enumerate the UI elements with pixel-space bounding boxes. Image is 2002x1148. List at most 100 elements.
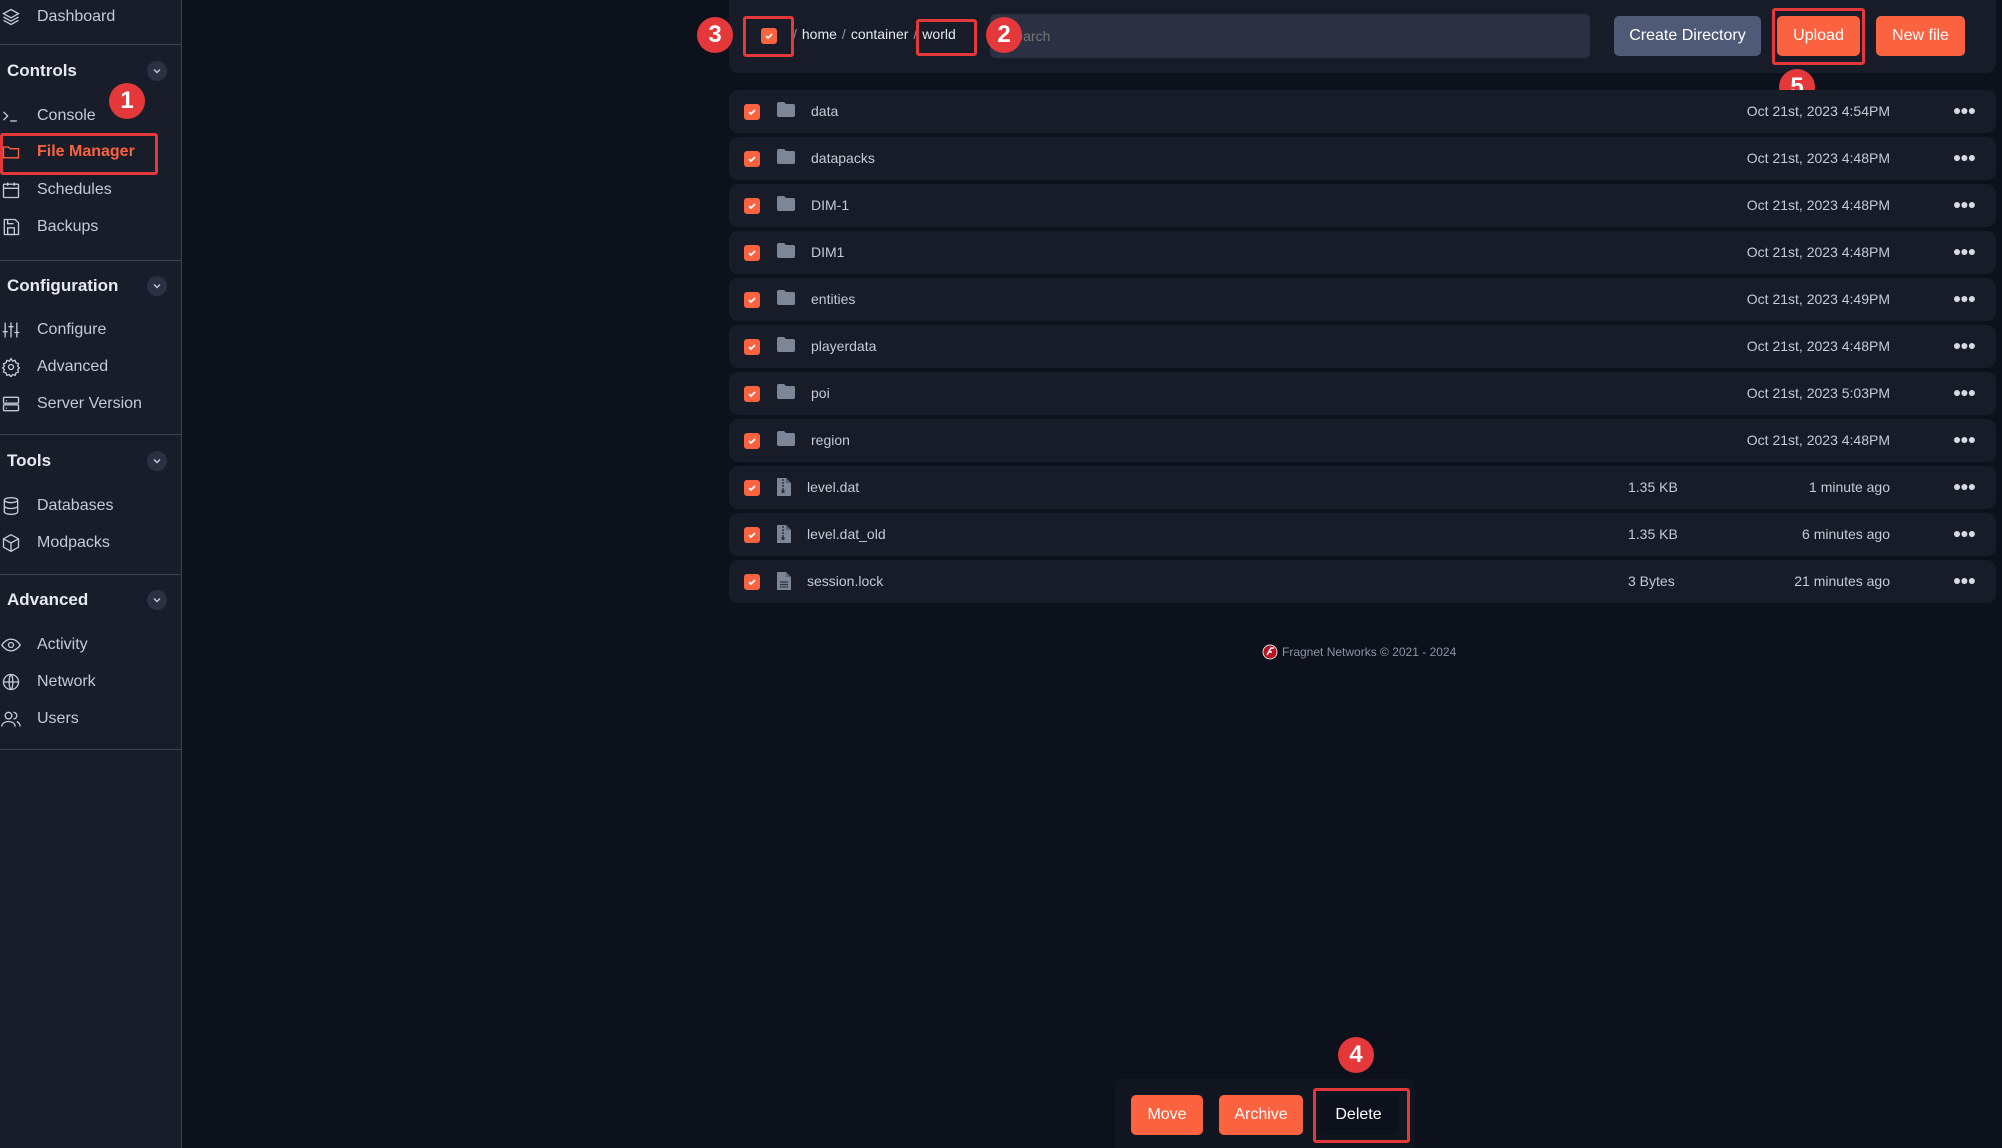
file-checkbox[interactable] (744, 433, 760, 449)
file-checkbox[interactable] (744, 386, 760, 402)
breadcrumb-separator: / (793, 26, 797, 42)
sidebar-item-databases[interactable]: Databases (0, 488, 181, 524)
sidebar-item-server-version[interactable]: Server Version (0, 386, 181, 422)
more-options-icon[interactable]: ●●● (1952, 476, 1976, 496)
gear-icon (0, 356, 22, 378)
file-row[interactable]: poi Oct 21st, 2023 5:03PM ●●● (729, 372, 1996, 415)
file-name[interactable]: DIM1 (811, 244, 844, 260)
sidebar-item-dashboard[interactable]: Dashboard (0, 0, 181, 35)
file-row[interactable]: level.dat 1.35 KB 1 minute ago ●●● (729, 466, 1996, 509)
archive-file-icon (776, 524, 792, 549)
file-checkbox[interactable] (744, 245, 760, 261)
check-icon (748, 532, 756, 539)
file-row[interactable]: DIM1 Oct 21st, 2023 4:48PM ●●● (729, 231, 1996, 274)
more-options-icon[interactable]: ●●● (1952, 288, 1976, 308)
section-header-tools[interactable]: Tools (7, 446, 167, 476)
breadcrumb-home[interactable]: home (802, 26, 837, 42)
more-options-icon[interactable]: ●●● (1952, 100, 1976, 120)
file-name[interactable]: poi (811, 385, 830, 401)
more-options-icon[interactable]: ●●● (1952, 194, 1976, 214)
section-header-configuration[interactable]: Configuration (7, 271, 167, 301)
new-file-button[interactable]: New file (1876, 16, 1965, 56)
divider (0, 434, 181, 435)
file-checkbox[interactable] (744, 104, 760, 120)
more-options-icon[interactable]: ●●● (1952, 523, 1976, 543)
footer: Fragnet Networks © 2021 - 2024 (1262, 644, 1456, 660)
sidebar-item-label: File Manager (37, 143, 135, 160)
sidebar-item-console[interactable]: Console (0, 98, 181, 134)
folder-icon (776, 101, 796, 124)
chevron-down-icon[interactable] (147, 590, 167, 610)
file-name[interactable]: entities (811, 291, 855, 307)
sidebar-item-label: Network (37, 673, 96, 690)
footer-text: Fragnet Networks © 2021 - 2024 (1282, 645, 1457, 659)
file-name[interactable]: region (811, 432, 850, 448)
file-name[interactable]: datapacks (811, 150, 875, 166)
sidebar-item-schedules[interactable]: Schedules (0, 172, 181, 208)
file-modified: 21 minutes ago (1794, 573, 1890, 589)
sidebar-item-label: Advanced (37, 358, 109, 375)
file-row[interactable]: entities Oct 21st, 2023 4:49PM ●●● (729, 278, 1996, 321)
chevron-down-icon[interactable] (147, 276, 167, 296)
sidebar-item-file-manager[interactable]: File Manager (0, 134, 181, 170)
select-all-checkbox[interactable] (761, 28, 777, 44)
file-row[interactable]: data Oct 21st, 2023 4:54PM ●●● (729, 90, 1996, 133)
file-checkbox[interactable] (744, 198, 760, 214)
file-name[interactable]: data (811, 103, 838, 119)
move-button[interactable]: Move (1131, 1095, 1203, 1135)
file-name[interactable]: playerdata (811, 338, 876, 354)
more-options-icon[interactable]: ●●● (1952, 241, 1976, 261)
file-checkbox[interactable] (744, 480, 760, 496)
folder-icon (776, 336, 796, 359)
chevron-down-icon[interactable] (147, 451, 167, 471)
file-row[interactable]: DIM-1 Oct 21st, 2023 4:48PM ●●● (729, 184, 1996, 227)
more-options-icon[interactable]: ●●● (1952, 335, 1976, 355)
more-options-icon[interactable]: ●●● (1952, 382, 1976, 402)
file-checkbox[interactable] (744, 527, 760, 543)
folder-icon (776, 148, 796, 171)
chevron-down-icon[interactable] (147, 61, 167, 81)
sidebar-item-backups[interactable]: Backups (0, 209, 181, 245)
file-row[interactable]: playerdata Oct 21st, 2023 4:48PM ●●● (729, 325, 1996, 368)
file-checkbox[interactable] (744, 151, 760, 167)
delete-button[interactable]: Delete (1319, 1095, 1398, 1135)
upload-button[interactable]: Upload (1777, 16, 1860, 56)
sidebar-item-users[interactable]: Users (0, 701, 181, 737)
more-options-icon[interactable]: ●●● (1952, 570, 1976, 590)
layers-icon (0, 6, 22, 28)
section-header-controls[interactable]: Controls (7, 56, 167, 86)
file-checkbox[interactable] (744, 574, 760, 590)
annotation-badge: 4 (1338, 1037, 1374, 1073)
sidebar: Dashboard Controls Console File Manager … (0, 0, 182, 1148)
sidebar-item-modpacks[interactable]: Modpacks (0, 525, 181, 561)
file-name[interactable]: session.lock (807, 573, 883, 589)
section-header-advanced[interactable]: Advanced (7, 585, 167, 615)
archive-button[interactable]: Archive (1219, 1095, 1303, 1135)
file-modified: Oct 21st, 2023 4:48PM (1746, 150, 1890, 166)
file-row[interactable]: datapacks Oct 21st, 2023 4:48PM ●●● (729, 137, 1996, 180)
sidebar-item-advanced[interactable]: Advanced (0, 349, 181, 385)
more-options-icon[interactable]: ●●● (1952, 147, 1976, 167)
file-name[interactable]: level.dat_old (807, 526, 886, 542)
file-name[interactable]: level.dat (807, 479, 859, 495)
terminal-icon (0, 105, 22, 127)
eye-icon (0, 634, 22, 656)
create-directory-button[interactable]: Create Directory (1614, 16, 1761, 56)
file-name[interactable]: DIM-1 (811, 197, 849, 213)
file-row[interactable]: level.dat_old 1.35 KB 6 minutes ago ●●● (729, 513, 1996, 556)
file-row[interactable]: session.lock 3 Bytes 21 minutes ago ●●● (729, 560, 1996, 603)
server-icon (0, 393, 22, 415)
breadcrumb-world[interactable]: world (922, 26, 955, 42)
file-checkbox[interactable] (744, 339, 760, 355)
check-icon (748, 250, 756, 257)
sidebar-item-activity[interactable]: Activity (0, 627, 181, 663)
divider (0, 260, 181, 261)
file-row[interactable]: region Oct 21st, 2023 4:48PM ●●● (729, 419, 1996, 462)
annotation-badge: 1 (109, 83, 145, 119)
more-options-icon[interactable]: ●●● (1952, 429, 1976, 449)
file-checkbox[interactable] (744, 292, 760, 308)
sidebar-item-network[interactable]: Network (0, 664, 181, 700)
breadcrumb-container[interactable]: container (851, 26, 909, 42)
search-input[interactable] (990, 14, 1590, 58)
sidebar-item-configure[interactable]: Configure (0, 312, 181, 348)
